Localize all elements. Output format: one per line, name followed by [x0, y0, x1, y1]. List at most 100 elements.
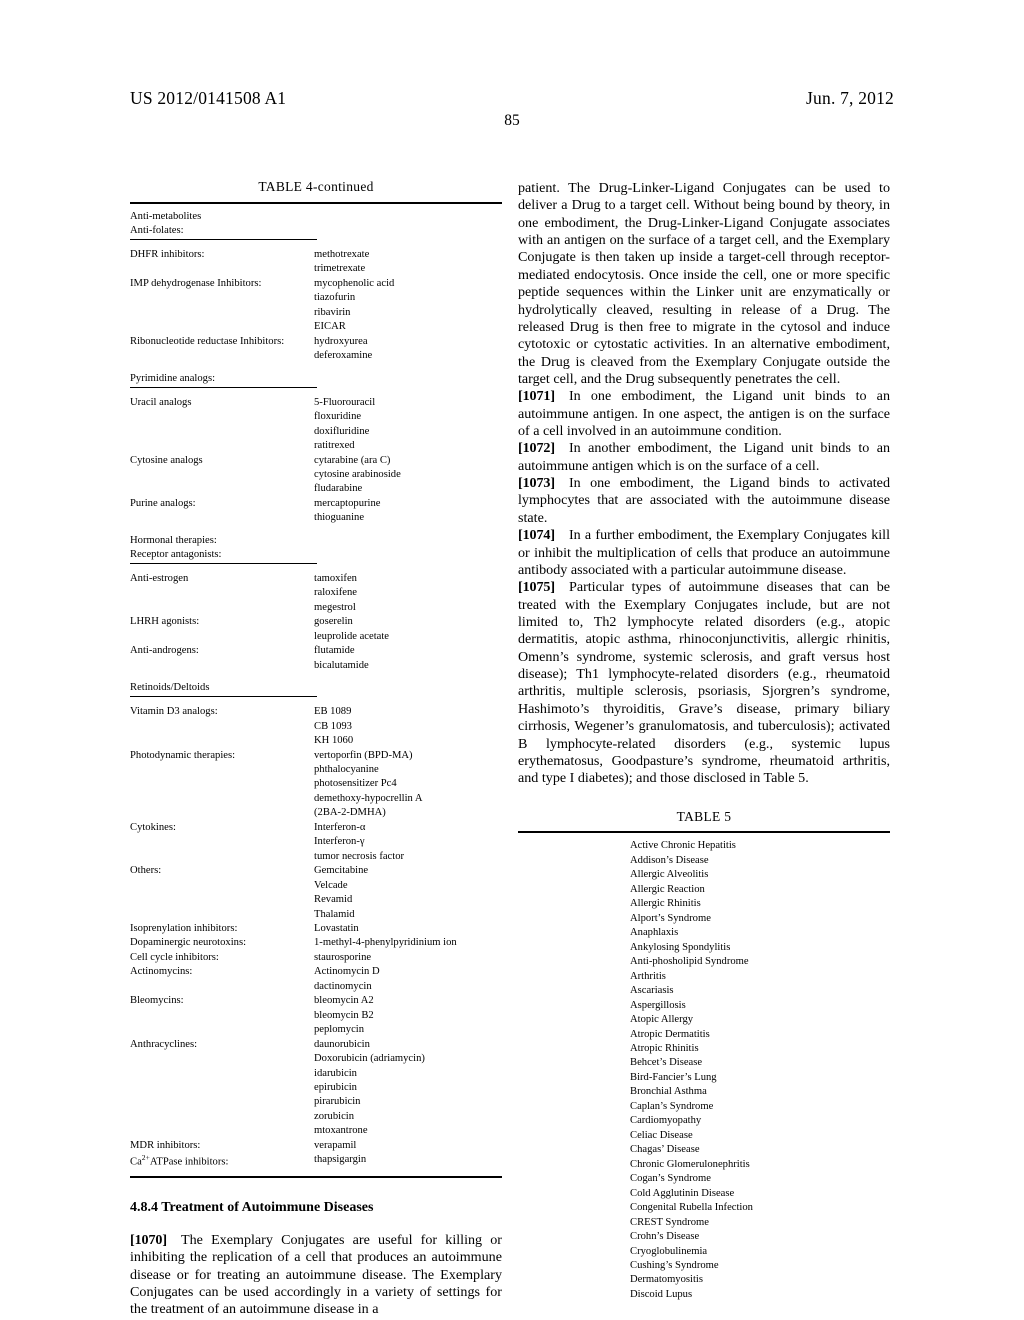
table-row-label: Cytosine analogs — [130, 454, 203, 466]
table-cell-value: zorubicin — [314, 1110, 355, 1122]
table-row-values: vertoporfin (BPD-MA) phthalocyanine photos… — [314, 749, 502, 821]
table-row: Purine analogs: mercaptopurine thioguanine — [130, 497, 502, 526]
table-row-values: 1-methyl-4-phenylpyridinium ion — [314, 936, 502, 950]
table-row-label: Actinomycins: — [130, 966, 193, 978]
table-cell-value: Gemcitabine — [314, 865, 369, 877]
table-cell-value: Actinomycin D — [314, 966, 380, 978]
list-item: Cryoglobulinemia — [630, 1245, 708, 1257]
table-cell-value: ribavirin — [314, 306, 351, 318]
table-row-label: Bleomycins: — [130, 995, 184, 1007]
paragraph-number: [1073] — [518, 475, 555, 492]
table-row-label: Isoprenylation inhibitors: — [130, 922, 238, 934]
table-row: Anti-estrogen tamoxifen raloxifene megestro… — [130, 572, 502, 615]
table-row-values: Gemcitabine Velcade Revamid Thalamid — [314, 864, 502, 922]
table-row: Isoprenylation inhibitors: Lovastatin — [130, 922, 502, 936]
list-item: Arthritis — [630, 970, 666, 982]
list-item: CREST Syndrome — [630, 1216, 709, 1228]
table-cell-value: doxifluridine — [314, 425, 370, 437]
table-cell-value: goserelin — [314, 616, 353, 628]
table-cell-value: Interferon-γ — [314, 836, 365, 848]
table-cell-value: vertoporfin (BPD-MA) — [314, 749, 413, 761]
list-item: Congenital Rubella Infection — [630, 1202, 753, 1214]
table-row: Cytokines: Interferon-α Interferon-γ tumor … — [130, 821, 502, 864]
list-item: Allergic Alveolitis — [630, 869, 709, 881]
table-5: TABLE 5 Active Chronic Hepatitis Addison’… — [518, 809, 890, 1303]
list-item: Aspergillosis — [630, 999, 686, 1011]
table-row-values: mycophenolic acid tiazofurin ribavirin EICA… — [314, 277, 502, 335]
numbered-paragraphs: [1071] In one embodiment, the Ligand unit… — [518, 388, 890, 787]
table-4-group: Pyrimidine analogs: Uracil analogs 5-Fluor… — [130, 372, 502, 526]
table-cell-value: flutamide — [314, 645, 355, 657]
table-4-group-heading: Pyrimidine analogs: — [130, 372, 502, 386]
table-4-body: Anti-metabolites Anti-folates: DHFR inhibi… — [130, 204, 502, 1170]
table-cell-value: cytarabine (ara C) — [314, 454, 391, 466]
table-cell-value: thioguanine — [314, 512, 365, 524]
paragraph-text: Particular types of autoimmune diseases … — [518, 579, 890, 787]
list-item: Bronchial Asthma — [630, 1086, 707, 1098]
list-item: Chagas’ Disease — [630, 1144, 700, 1156]
table-row-values: goserelin leuprolide acetate — [314, 615, 502, 644]
table-cell-value: tamoxifen — [314, 572, 357, 584]
table-4-group-heading-line: Anti-metabolites — [130, 210, 202, 222]
paragraph-number: [1075] — [518, 579, 555, 596]
table-row-label: IMP dehydrogenase Inhibitors: — [130, 277, 262, 289]
table-cell-value: demethoxy-hypocrellin A — [314, 792, 423, 804]
table-row-label: LHRH agonists: — [130, 616, 200, 628]
table-cell-value: Velcade — [314, 879, 348, 891]
table-4-group-heading: Anti-metabolites Anti-folates: — [130, 210, 502, 238]
table-4-group: Anti-metabolites Anti-folates: DHFR inhibi… — [130, 210, 502, 364]
list-item: Cogan’s Syndrome — [630, 1173, 711, 1185]
list-item: Cushing’s Syndrome — [630, 1260, 719, 1272]
table-cell-value: staurosporine — [314, 951, 372, 963]
table-cell-value: raloxifene — [314, 587, 357, 599]
publication-number: US 2012/0141508 A1 — [130, 88, 287, 108]
table-cell-value: ratitrexed — [314, 440, 355, 452]
table-row-values: Actinomycin D dactinomycin — [314, 965, 502, 994]
table-row: Photodynamic therapies: vertoporfin (BPD-… — [130, 749, 502, 821]
table-row-label: Vitamin D3 analogs: — [130, 706, 218, 718]
table-row-label: Photodynamic therapies: — [130, 749, 236, 761]
table-cell-value: peplomycin — [314, 1024, 365, 1036]
table-row-label: Ca2+ATPase inhibitors: — [130, 1153, 229, 1168]
table-row-label: Others: — [130, 865, 162, 877]
paragraph-1070: [1070] The Exemplary Conjugates are usefu… — [130, 1232, 502, 1319]
table-cell-value: leuprolide acetate — [314, 630, 389, 642]
table-row: Anti-androgens: flutamide bicalutamide — [130, 644, 502, 673]
table-cell-value: Interferon-α — [314, 821, 366, 833]
paragraph-number: [1070] — [130, 1232, 167, 1249]
table-cell-value: Revamid — [314, 894, 353, 906]
list-item: Atopic Allergy — [630, 1014, 694, 1026]
paragraph-text: In one embodiment, the Ligand unit binds… — [518, 388, 890, 440]
page-number: 85 — [504, 112, 520, 129]
table-cell-value: cytosine arabinoside — [314, 468, 401, 480]
list-item: Caplan’s Syndrome — [630, 1100, 714, 1112]
table-cell-value: KH 1060 — [314, 735, 354, 747]
paragraph-number: [1071] — [518, 388, 555, 405]
paragraph-number: [1072] — [518, 440, 555, 457]
table-cell-value: EB 1089 — [314, 706, 352, 718]
list-item: Active Chronic Hepatitis — [630, 840, 736, 852]
table-cell-value: methotrexate — [314, 249, 370, 260]
table-row-label: Uracil analogs — [130, 396, 192, 408]
section-heading: 4.8.4 Treatment of Autoimmune Diseases — [130, 1200, 374, 1216]
paragraph-1074: [1074] In a further embodiment, the Exemp… — [518, 527, 890, 579]
list-item: Allergic Reaction — [630, 883, 705, 895]
table-4-caption: TABLE 4-continued — [258, 179, 374, 194]
table-row-label: Ribonucleotide reductase Inhibitors: — [130, 335, 285, 347]
table-row: Dopaminergic neurotoxins: 1-methyl-4-phen… — [130, 936, 502, 950]
table-row: MDR inhibitors: verapamil — [130, 1139, 502, 1153]
table-4-group: Hormonal therapies: Receptor antagonists:… — [130, 534, 502, 673]
table-cell-value: bicalutamide — [314, 659, 369, 671]
table-cell-value: hydroxyurea — [314, 335, 368, 347]
table-cell-value: phthalocyanine — [314, 764, 379, 775]
table-row-values: cytarabine (ara C) cytosine arabinoside fl… — [314, 454, 502, 497]
list-item: Alport’s Syndrome — [630, 912, 711, 924]
table-row-values: EB 1089 CB 1093 KH 1060 — [314, 705, 502, 748]
table-cell-value: Thalamid — [314, 908, 355, 920]
table-cell-value: tumor necrosis factor — [314, 850, 405, 862]
table-row-values: flutamide bicalutamide — [314, 644, 502, 673]
table-cell-value: photosensitizer Pc4 — [314, 778, 397, 790]
